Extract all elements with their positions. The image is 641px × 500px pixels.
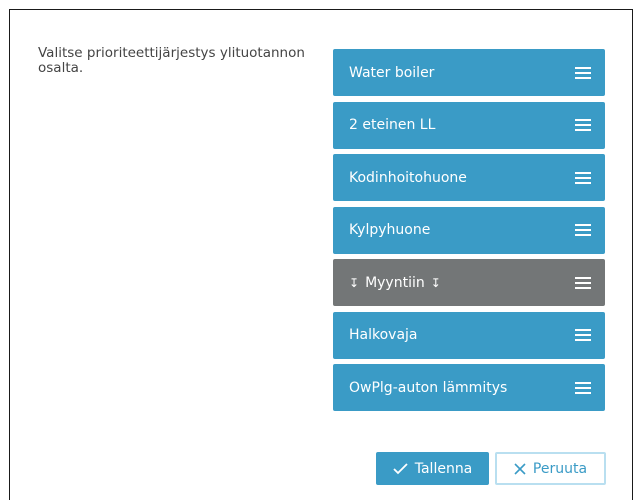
close-icon <box>514 462 526 475</box>
priority-item-kodinhoitohuone[interactable]: Kodinhoitohuone <box>333 154 605 201</box>
drag-handle-icon[interactable] <box>575 66 591 79</box>
priority-item-label: Halkovaja <box>349 327 418 343</box>
priority-item-label: 2 eteinen LL <box>349 117 436 133</box>
priority-item-halkovaja[interactable]: Halkovaja <box>333 311 605 359</box>
divider-label-group: ↧ Myyntiin ↧ <box>349 275 441 291</box>
cancel-button[interactable]: Peruuta <box>495 452 606 485</box>
arrow-down-icon: ↧ <box>349 275 360 290</box>
priority-item-label: Kylpyhuone <box>349 222 431 238</box>
drag-handle-icon[interactable] <box>575 329 591 341</box>
priority-item-label: OwPlg-auton lämmitys <box>349 379 508 396</box>
drag-handle-icon[interactable] <box>575 171 591 184</box>
save-button[interactable]: Tallenna <box>376 452 489 485</box>
priority-list: Water boiler 2 eteinen LL Kodinhoitohuon… <box>333 49 605 417</box>
instruction-text: Valitse prioriteettijärjestys ylituotann… <box>38 45 305 76</box>
drag-handle-icon[interactable] <box>575 119 591 131</box>
cancel-button-label: Peruuta <box>532 460 588 477</box>
priority-item-water-boiler[interactable]: Water boiler <box>333 49 605 96</box>
drag-handle-icon[interactable] <box>575 224 591 236</box>
arrow-down-icon: ↧ <box>430 275 441 290</box>
priority-item-label: Kodinhoitohuone <box>349 169 467 186</box>
drag-handle-icon[interactable] <box>575 276 591 289</box>
priority-item-label: Water boiler <box>349 64 435 81</box>
drag-handle-icon[interactable] <box>575 381 591 394</box>
save-button-label: Tallenna <box>414 460 473 477</box>
divider-label: Myyntiin <box>365 274 425 291</box>
priority-item-kylpyhuone[interactable]: Kylpyhuone <box>333 206 605 254</box>
priority-item-2-eteinen-ll[interactable]: 2 eteinen LL <box>333 101 605 149</box>
priority-divider-myyntiin[interactable]: ↧ Myyntiin ↧ <box>333 259 605 306</box>
priority-item-owplg-auton-lammitys[interactable]: OwPlg-auton lämmitys <box>333 364 605 411</box>
check-icon <box>393 462 408 474</box>
